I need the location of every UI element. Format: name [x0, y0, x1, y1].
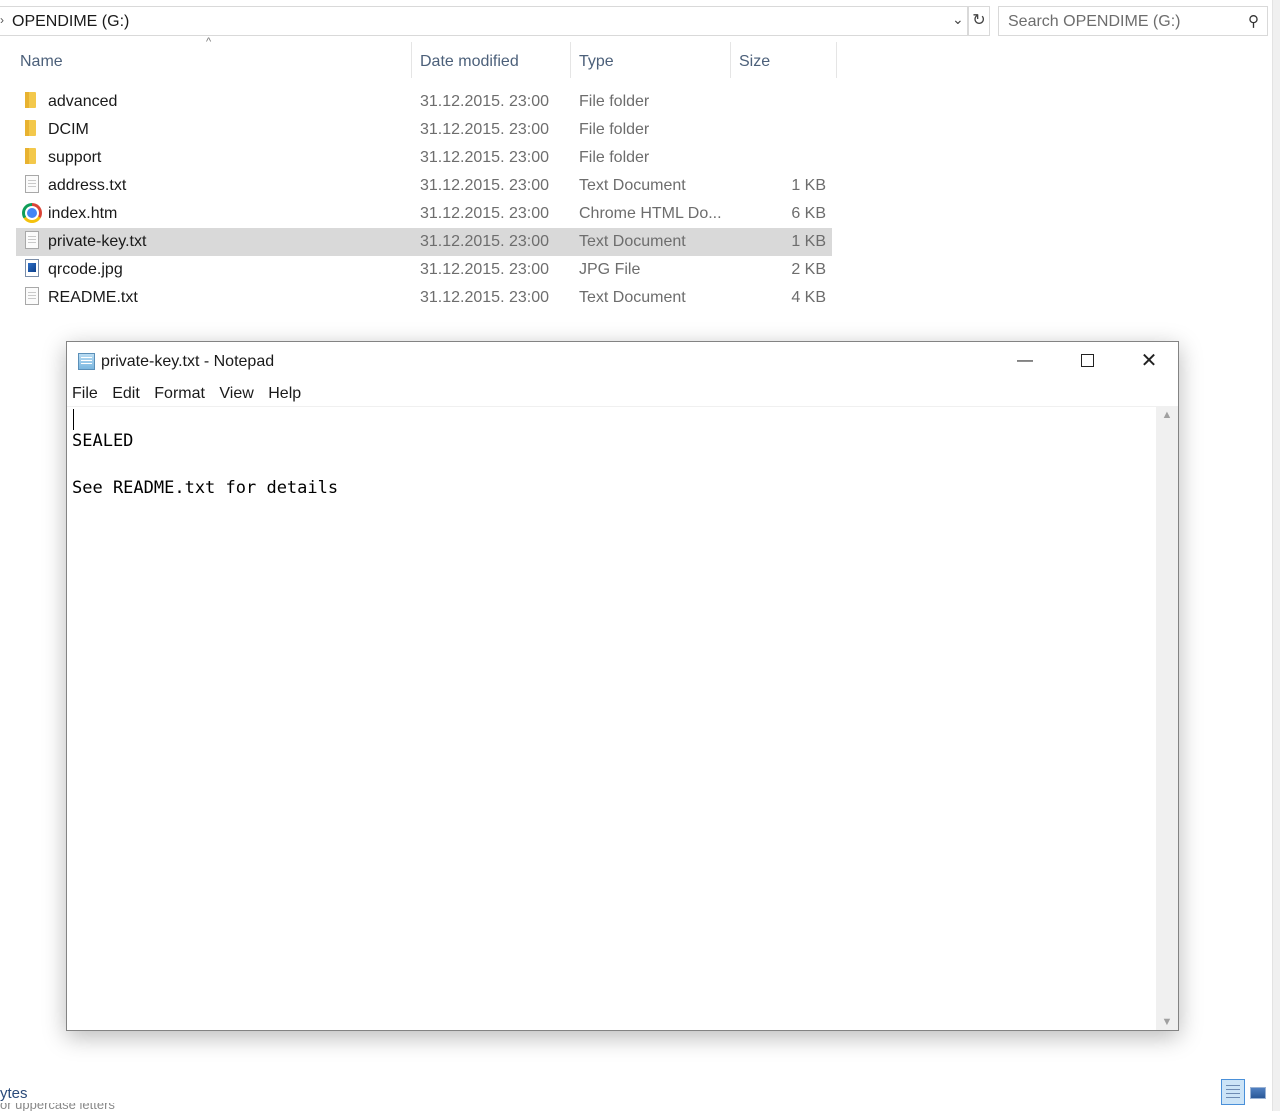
- notepad-scrollbar[interactable]: ▲ ▼: [1156, 407, 1178, 1030]
- file-size: 1 KB: [791, 177, 826, 194]
- file-type: File folder: [579, 93, 650, 110]
- file-name: index.htm: [48, 205, 118, 222]
- file-date: 31.12.2015. 23:00: [420, 233, 550, 250]
- column-header-size-label: Size: [739, 53, 771, 70]
- chevron-down-icon[interactable]: ⌄: [952, 11, 964, 28]
- search-icon[interactable]: ⚲: [1248, 12, 1259, 30]
- file-row[interactable]: DCIM 31.12.2015. 23:00 File folder: [16, 116, 832, 144]
- text-file-icon: [25, 175, 39, 193]
- address-path[interactable]: OPENDIME (G:): [12, 13, 129, 31]
- file-type: Text Document: [579, 289, 686, 306]
- column-header-name[interactable]: Name: [12, 42, 410, 80]
- menu-file[interactable]: File: [72, 385, 98, 402]
- menu-bar: File Edit Format View Help: [72, 385, 311, 403]
- maximize-button[interactable]: [1057, 342, 1117, 380]
- menu-format[interactable]: Format: [154, 385, 205, 402]
- file-row[interactable]: README.txt 31.12.2015. 23:00 Text Document…: [16, 284, 832, 312]
- maximize-icon: [1080, 354, 1094, 368]
- column-header-name-label: Name: [20, 53, 63, 70]
- column-header-size[interactable]: Size: [731, 42, 835, 80]
- file-name: qrcode.jpg: [48, 261, 123, 278]
- notepad-window[interactable]: private-key.txt - Notepad — ✕ File Edit …: [66, 341, 1179, 1031]
- menu-view[interactable]: View: [219, 385, 253, 402]
- folder-icon: [25, 92, 36, 108]
- file-date: 31.12.2015. 23:00: [420, 93, 550, 110]
- file-type: File folder: [579, 121, 650, 138]
- notepad-title-bar[interactable]: private-key.txt - Notepad — ✕: [67, 342, 1178, 380]
- chrome-icon: [22, 203, 42, 223]
- file-type: Text Document: [579, 177, 686, 194]
- close-button[interactable]: ✕: [1119, 342, 1179, 380]
- file-date: 31.12.2015. 23:00: [420, 121, 550, 138]
- text-file-icon: [25, 231, 39, 249]
- menu-edit[interactable]: Edit: [112, 385, 140, 402]
- editor-line-2: See README.txt for details: [72, 478, 339, 498]
- editor-line-1: SEALED: [72, 431, 134, 451]
- column-header-date-label: Date modified: [420, 53, 519, 70]
- file-size: 6 KB: [791, 205, 826, 222]
- status-bar-text: ytes: [0, 1085, 28, 1102]
- text-caret: [73, 409, 74, 430]
- file-row[interactable]: support 31.12.2015. 23:00 File folder: [16, 144, 832, 172]
- details-view-icon[interactable]: [1221, 1079, 1245, 1105]
- file-date: 31.12.2015. 23:00: [420, 289, 550, 306]
- file-date: 31.12.2015. 23:00: [420, 149, 550, 166]
- text-editor-area[interactable]: SEALED See README.txt for details: [67, 407, 1156, 1030]
- file-date: 31.12.2015. 23:00: [420, 261, 550, 278]
- scroll-down-icon[interactable]: ▼: [1156, 1016, 1178, 1028]
- file-row[interactable]: advanced 31.12.2015. 23:00 File folder: [16, 88, 832, 116]
- column-header-type[interactable]: Type: [571, 42, 729, 80]
- file-name: support: [48, 149, 102, 166]
- file-row[interactable]: address.txt 31.12.2015. 23:00 Text Documen…: [16, 172, 832, 200]
- file-size: 2 KB: [791, 261, 826, 278]
- chevron-left-icon[interactable]: ›: [0, 13, 4, 27]
- file-type: Chrome HTML Do...: [579, 205, 722, 222]
- file-row[interactable]: private-key.txt 31.12.2015. 23:00 Text Doc…: [16, 228, 832, 256]
- search-placeholder: Search OPENDIME (G:): [1008, 13, 1181, 30]
- file-name: private-key.txt: [48, 233, 147, 250]
- file-type: Text Document: [579, 233, 686, 250]
- file-list: advanced 31.12.2015. 23:00 File folder DCIM…: [16, 88, 832, 312]
- address-bar[interactable]: › OPENDIME (G:) ⌄: [0, 6, 968, 36]
- explorer-scrollbar[interactable]: [1272, 0, 1280, 1111]
- file-row[interactable]: index.htm 31.12.2015. 23:00 Chrome HTML Do…: [16, 200, 832, 228]
- search-input[interactable]: Search OPENDIME (G:) ⚲: [998, 6, 1268, 36]
- text-file-icon: [25, 287, 39, 305]
- file-type: JPG File: [579, 261, 641, 278]
- minimize-button[interactable]: —: [995, 342, 1055, 380]
- file-type: File folder: [579, 149, 650, 166]
- image-file-icon: [25, 259, 39, 277]
- menu-help[interactable]: Help: [268, 385, 301, 402]
- file-date: 31.12.2015. 23:00: [420, 177, 550, 194]
- refresh-button[interactable]: ↻: [968, 6, 990, 36]
- folder-icon: [25, 148, 36, 164]
- column-separator[interactable]: [836, 42, 837, 78]
- window-title: private-key.txt - Notepad: [101, 353, 275, 370]
- file-row[interactable]: qrcode.jpg 31.12.2015. 23:00 JPG File 2 KB: [16, 256, 832, 284]
- file-size: 4 KB: [791, 289, 826, 306]
- status-bar-overflow-text: or uppercase letters: [0, 1103, 115, 1111]
- notepad-icon: [78, 353, 95, 370]
- large-icons-view-icon[interactable]: [1248, 1083, 1268, 1101]
- file-name: address.txt: [48, 177, 127, 194]
- file-date: 31.12.2015. 23:00: [420, 205, 550, 222]
- file-name: README.txt: [48, 289, 138, 306]
- column-header-date[interactable]: Date modified: [412, 42, 570, 80]
- column-header-type-label: Type: [579, 53, 614, 70]
- file-size: 1 KB: [791, 233, 826, 250]
- file-name: DCIM: [48, 121, 89, 138]
- folder-icon: [25, 120, 36, 136]
- scroll-up-icon[interactable]: ▲: [1156, 409, 1178, 421]
- file-name: advanced: [48, 93, 118, 110]
